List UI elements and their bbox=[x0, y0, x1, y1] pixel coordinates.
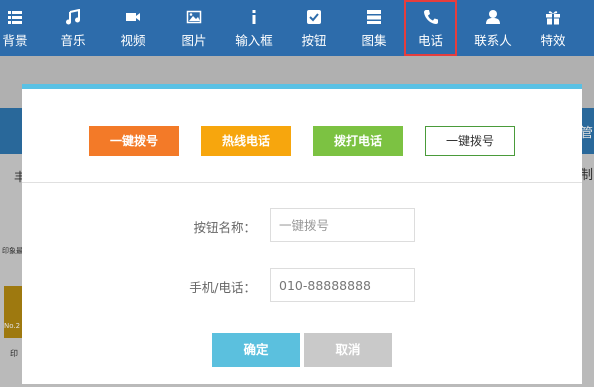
tool-input[interactable]: 输入框 bbox=[226, 0, 282, 56]
tool-label: 音乐 bbox=[60, 33, 86, 48]
tool-effects[interactable]: 特效 bbox=[530, 0, 576, 56]
tool-label: 按钮 bbox=[301, 33, 327, 48]
phone-button-dialog: 一键拨号 热线电话 拨打电话 一键拨号 按钮名称： 手机/电话： 确定 取消 bbox=[22, 84, 582, 384]
preset-one-key-dial-orange[interactable]: 一键拨号 bbox=[89, 126, 179, 156]
checkbox-icon bbox=[307, 10, 321, 24]
tool-label: 特效 bbox=[540, 33, 566, 48]
tool-label: 视频 bbox=[120, 33, 146, 48]
top-toolbar: 背景 音乐 视频 图片 输入框 按钮 图集 电话 联系人 特效 bbox=[0, 0, 594, 56]
person-icon bbox=[486, 10, 500, 24]
tool-image[interactable]: 图片 bbox=[171, 0, 217, 56]
tool-music[interactable]: 音乐 bbox=[50, 0, 96, 56]
tool-video[interactable]: 视频 bbox=[110, 0, 156, 56]
info-icon bbox=[252, 10, 256, 24]
music-note-icon bbox=[66, 9, 80, 25]
phone-label: 手机/电话： bbox=[189, 280, 256, 295]
tool-button[interactable]: 按钮 bbox=[291, 0, 337, 56]
gift-icon bbox=[546, 11, 560, 25]
phone-icon bbox=[423, 10, 438, 24]
image-icon bbox=[186, 10, 202, 24]
tool-label: 输入框 bbox=[235, 33, 273, 48]
tool-phone[interactable]: 电话 bbox=[404, 0, 457, 56]
tool-label: 图集 bbox=[361, 33, 387, 48]
tool-label: 图片 bbox=[181, 33, 207, 48]
tool-label: 背景 bbox=[2, 33, 28, 48]
preset-hotline[interactable]: 热线电话 bbox=[201, 126, 291, 156]
list-icon bbox=[8, 11, 22, 24]
video-camera-icon bbox=[126, 13, 140, 21]
tool-gallery[interactable]: 图集 bbox=[351, 0, 397, 56]
preset-one-key-dial-outline[interactable]: 一键拨号 bbox=[425, 126, 515, 156]
divider bbox=[22, 182, 582, 183]
tool-label: 联系人 bbox=[474, 33, 512, 48]
confirm-button[interactable]: 确定 bbox=[212, 333, 300, 367]
preset-dial-phone[interactable]: 拨打电话 bbox=[313, 126, 403, 156]
dialog-accent-bar bbox=[22, 84, 582, 89]
tool-background[interactable]: 背景 bbox=[0, 0, 38, 56]
tool-label: 电话 bbox=[417, 33, 443, 48]
server-stack-icon bbox=[367, 10, 381, 24]
cancel-button[interactable]: 取消 bbox=[304, 333, 392, 367]
tool-contact[interactable]: 联系人 bbox=[468, 0, 518, 56]
phone-input[interactable] bbox=[270, 268, 415, 302]
button-name-label: 按钮名称： bbox=[193, 220, 256, 235]
button-name-input[interactable] bbox=[270, 208, 415, 242]
